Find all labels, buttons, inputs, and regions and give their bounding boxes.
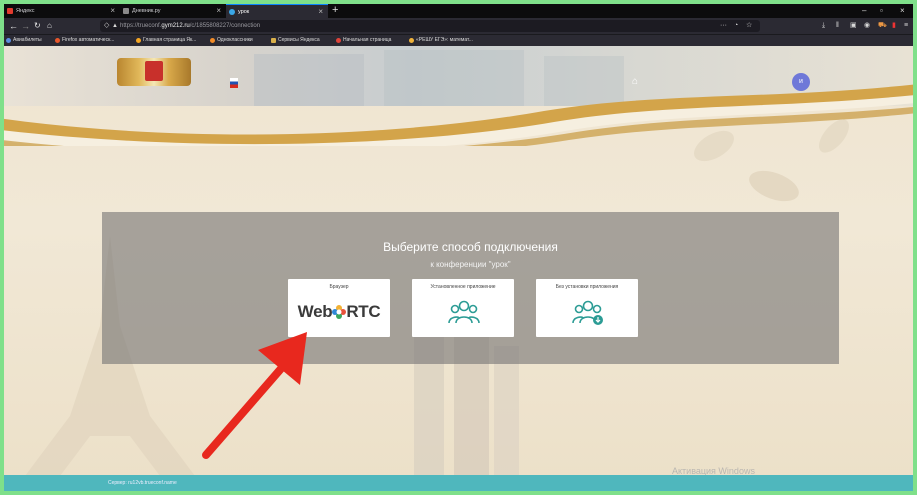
tab-label: урок — [238, 9, 250, 15]
webrtc-logo: Web RTC — [297, 302, 381, 321]
library-icon[interactable]: ‖ — [836, 20, 839, 32]
installed-app-option-button[interactable]: Установленное приложение — [412, 279, 514, 337]
bookmark-icon — [409, 38, 414, 43]
bookmarks-toolbar: Авиабилеты Firefox автоматическ... Главн… — [4, 34, 913, 46]
bookmark-item[interactable]: Firefox автоматическ... — [54, 35, 114, 46]
pocket-icon[interactable]: ◔ — [734, 20, 738, 32]
lock-icon: ▲ — [112, 23, 118, 29]
account-icon[interactable]: ◉ — [864, 20, 870, 32]
panel-subtitle: к конференции "урок" — [430, 260, 511, 269]
connection-panel: Выберите способ подключения к конференци… — [102, 212, 839, 364]
tab-label: Яндекс — [16, 8, 35, 14]
address-bar[interactable]: ◇ ▲ https://trueconf.gym212.ru/c/1855808… — [100, 20, 760, 32]
url-text[interactable]: https://trueconf.gym212.ru/c/1855808227/… — [120, 20, 260, 32]
close-tab-icon[interactable]: × — [110, 4, 115, 18]
bookmark-icon — [55, 38, 60, 43]
coat-of-arms-icon — [145, 61, 163, 81]
no-install-option-button[interactable]: Без установки приложения — [536, 279, 638, 337]
bookmark-icon — [136, 38, 141, 43]
close-tab-icon[interactable]: × — [216, 4, 221, 18]
people-group-icon — [448, 300, 480, 324]
tab-urok[interactable]: урок × — [226, 4, 328, 18]
tab-label: Дневник.ру — [132, 8, 161, 14]
close-window-icon[interactable]: × — [900, 4, 905, 18]
bookmark-item[interactable]: Одноклассники — [209, 35, 253, 46]
page-content: ⌂ и Выберите способ подключения к конфер… — [4, 46, 913, 491]
yandex-favicon-icon — [7, 8, 13, 14]
tab-dnevnik[interactable]: Дневник.ру × — [120, 4, 226, 18]
back-icon[interactable]: ← — [9, 19, 18, 33]
footer-bar: Сервер: ru12vb.trueconf.name — [4, 475, 913, 491]
panel-title: Выберите способ подключения — [383, 240, 558, 254]
dnevnik-favicon-icon — [123, 8, 129, 14]
bookmark-item[interactable]: Сервисы Яндекса — [270, 35, 320, 46]
home-nav-icon[interactable]: ⌂ — [47, 19, 52, 33]
people-group-download-icon — [572, 300, 603, 325]
flag-icon — [230, 78, 238, 88]
extension-icon[interactable]: ▮ — [892, 20, 896, 32]
trueconf-favicon-icon — [229, 9, 235, 15]
new-tab-button[interactable]: + — [332, 4, 338, 17]
option-label: Установленное приложение — [430, 284, 496, 290]
bookmark-icon — [336, 38, 341, 43]
bookmark-item[interactable]: Главная страница Як... — [135, 35, 196, 46]
browser-option-button[interactable]: Браузер Web RTC — [288, 279, 390, 337]
bookmark-star-icon[interactable]: ☆ — [746, 20, 752, 32]
browser-tab-bar: Яндекс × Дневник.ру × урок × + – ▫ × — [4, 4, 913, 18]
site-logo[interactable] — [117, 58, 191, 86]
option-label: Браузер — [329, 284, 349, 290]
folder-icon — [271, 38, 276, 43]
bookmark-icon — [6, 38, 11, 43]
screenshot-frame: Яндекс × Дневник.ру × урок × + – ▫ × ← →… — [4, 4, 913, 491]
bookmark-item[interactable]: «РЕШУ ЕГЭ»: математ... — [408, 35, 473, 46]
option-label: Без установки приложения — [555, 284, 619, 290]
downloads-icon[interactable]: ⤓ — [822, 20, 825, 32]
cart-icon[interactable]: ⛟ — [878, 20, 887, 32]
reader-icon[interactable]: ▣ — [850, 20, 857, 32]
bookmark-item[interactable]: Авиабилеты — [5, 35, 42, 46]
webrtc-ring-icon — [332, 305, 347, 319]
server-info: Сервер: ru12vb.trueconf.name — [108, 480, 177, 486]
shield-icon[interactable]: ◇ — [104, 20, 109, 32]
minimize-icon[interactable]: – — [862, 4, 866, 18]
menu-icon[interactable]: ≡ — [904, 20, 908, 32]
forward-icon[interactable]: → — [21, 19, 30, 33]
tab-yandex[interactable]: Яндекс × — [4, 4, 120, 18]
close-tab-icon[interactable]: × — [318, 5, 323, 19]
maximize-icon[interactable]: ▫ — [880, 4, 883, 18]
page-actions-icon[interactable]: ··· — [720, 20, 727, 32]
reload-icon[interactable]: ↻ — [34, 19, 41, 33]
bookmark-item[interactable]: Начальная страница — [335, 35, 391, 46]
bookmark-icon — [210, 38, 215, 43]
browser-nav-bar: ← → ↻ ⌂ ◇ ▲ https://trueconf.gym212.ru/c… — [4, 18, 913, 34]
